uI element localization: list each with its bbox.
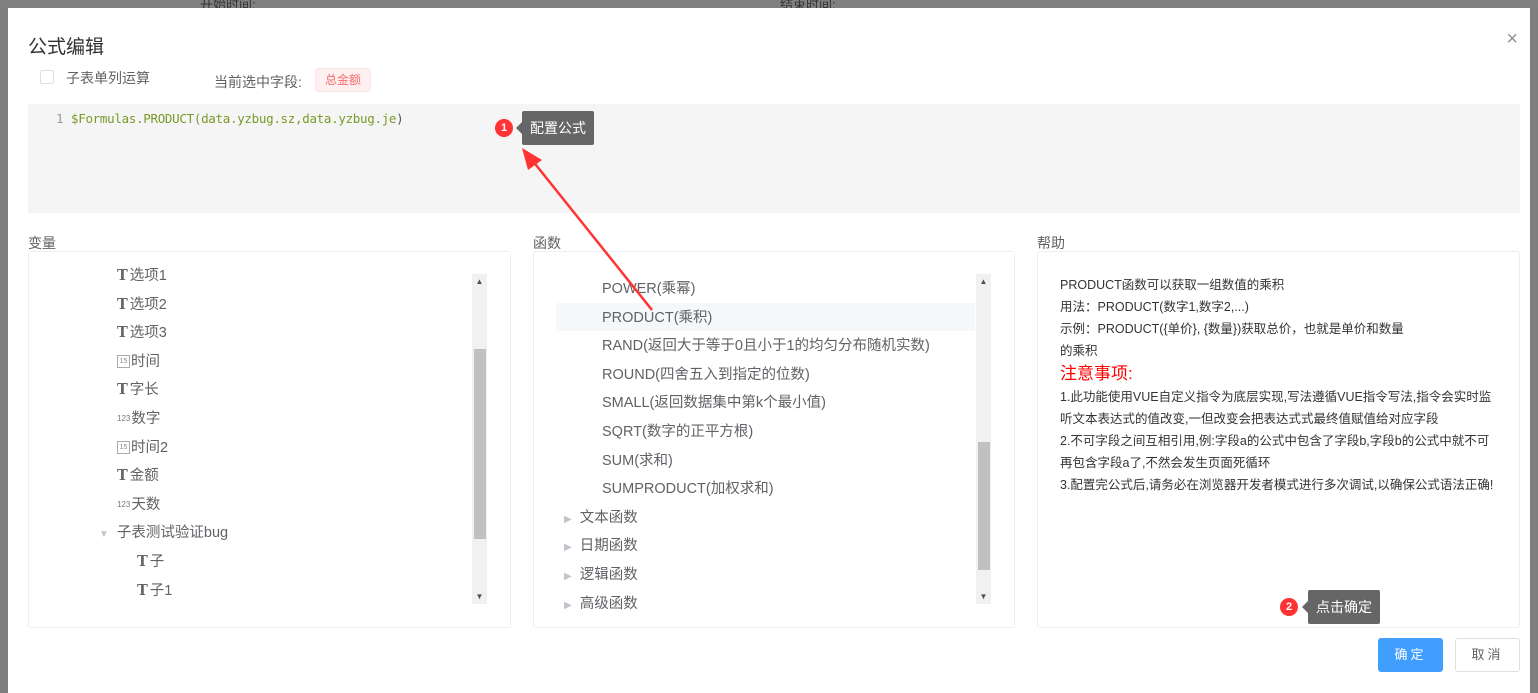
functions-label: 函数	[533, 235, 561, 251]
text-type-icon: T	[117, 467, 128, 485]
help-content: PRODUCT函数可以获取一组数值的乘积 用法：PRODUCT(数字1,数字2,…	[1060, 274, 1500, 496]
function-item[interactable]: POWER(乘幂)	[602, 275, 695, 303]
function-item[interactable]: SQRT(数字的正平方根)	[602, 418, 753, 446]
function-group[interactable]: ▶ 日期函数	[564, 532, 638, 560]
formula-editor[interactable]: 1 $Formulas.PRODUCT(data.yzbug.sz,data.y…	[28, 104, 1520, 213]
code-args: data.yzbug.sz,data.yzbug.je	[201, 111, 397, 126]
functions-panel: ▲ ▼ POWER(乘幂) PRODUCT(乘积) RAND(返回大于等于0且小于1…	[533, 251, 1015, 628]
text-type-icon: T	[137, 553, 148, 570]
text-type-icon: T	[117, 381, 128, 399]
variable-item[interactable]: T 子1	[137, 577, 172, 605]
text-type-icon: T	[137, 581, 148, 599]
cancel-button[interactable]: 取消	[1455, 638, 1520, 672]
variable-label: 数字	[131, 411, 161, 427]
group-label: 日期函数	[579, 538, 638, 555]
variable-item[interactable]: T 字长	[117, 376, 159, 404]
function-group[interactable]: ▶ 逻辑函数	[564, 561, 638, 589]
line-number: 1	[56, 111, 64, 126]
calendar-icon: 15	[117, 441, 130, 455]
variable-label: 选项3	[129, 325, 167, 342]
current-field-tag: 总金额	[315, 68, 372, 92]
variables-label: 变量	[28, 235, 56, 251]
scroll-down-icon[interactable]: ▼	[976, 592, 991, 601]
variable-group[interactable]: ▼ 子表测试验证bug	[99, 519, 228, 547]
dialog-title: 公式编辑	[28, 37, 105, 58]
formula-dialog: 公式编辑 × 子表单列运算 当前选中字段: 总金额 1 $Formulas.PR…	[8, 8, 1530, 693]
annotation-badge: 2	[1280, 598, 1298, 616]
variable-item[interactable]: T子	[137, 548, 164, 576]
caret-right-icon[interactable]: ▶	[564, 534, 572, 562]
current-field-label: 当前选中字段:	[214, 74, 302, 90]
number-type-icon: 123	[117, 499, 131, 509]
number-type-icon: 123	[117, 414, 131, 424]
group-label: 高级函数	[579, 595, 638, 612]
caret-right-icon[interactable]: ▶	[564, 592, 572, 620]
subtable-checkbox[interactable]	[40, 70, 54, 84]
text-type-icon: T	[117, 324, 128, 342]
variable-label: 选项2	[129, 296, 167, 313]
help-label: 帮助	[1037, 235, 1065, 251]
functions-scrollbar[interactable]: ▲ ▼	[976, 274, 991, 604]
close-icon[interactable]: ×	[1506, 28, 1518, 51]
function-item[interactable]: SMALL(返回数据集中第k个最小值)	[602, 389, 826, 417]
caret-right-icon[interactable]: ▶	[564, 506, 572, 534]
variable-label: 字长	[129, 382, 159, 399]
scroll-down-icon[interactable]: ▼	[472, 592, 487, 601]
calendar-icon: 15	[117, 355, 130, 369]
function-item[interactable]: ROUND(四舍五入到指定的位数)	[602, 361, 810, 389]
function-group[interactable]: ▶ 高级函数	[564, 590, 638, 618]
group-label: 子表测试验证bug	[116, 525, 229, 542]
variable-item[interactable]: T 金额	[117, 462, 159, 490]
note-line: 3.配置完公式后,请务必在浏览器开发者模式进行多次调试,以确保公式语法正确!	[1060, 478, 1494, 492]
note-line: 1.此功能使用VUE自定义指令为底层实现,写法遵循VUE指令写法,指令会实时监听…	[1060, 390, 1492, 426]
variable-label: 子1	[149, 582, 173, 599]
help-line: 示例：PRODUCT({单价}, {数量})获取总价，也就是单价和数量的乘积	[1060, 322, 1404, 358]
note-line: 2.不可字段之间互相引用,例:字段a的公式中包含了字段b,字段b的公式中就不可再…	[1060, 434, 1490, 470]
variables-panel: ▲ ▼ T 选项1 T 选项2 T 选项3 15 时间 T 字长 123数字 15 时间2 T 金额 123天…	[28, 251, 511, 628]
function-group[interactable]: ▶ 文本函数	[564, 504, 638, 532]
variable-item[interactable]: T 选项3	[117, 319, 167, 347]
function-item[interactable]: SUM(求和)	[602, 447, 673, 475]
caret-right-icon[interactable]: ▶	[564, 563, 572, 591]
variable-label: 子	[149, 554, 165, 570]
help-line: PRODUCT函数可以获取一组数值的乘积	[1060, 278, 1285, 292]
note-title: 注意事项:	[1060, 364, 1133, 383]
text-type-icon: T	[117, 267, 128, 284]
caret-down-icon[interactable]: ▼	[99, 521, 109, 549]
function-item[interactable]: PRODUCT(乘积)	[602, 304, 712, 332]
variable-item[interactable]: T 选项2	[117, 291, 167, 319]
variable-label: 金额	[129, 468, 159, 485]
code-fn: .PRODUCT(	[136, 111, 202, 126]
variable-item[interactable]: T 选项1	[117, 262, 167, 290]
code-end: )	[396, 111, 404, 126]
scroll-thumb[interactable]	[474, 349, 486, 539]
variable-item[interactable]: 123天数	[117, 491, 160, 519]
annotation-tooltip: 配置公式	[516, 111, 594, 145]
formula-code[interactable]: $Formulas.PRODUCT(data.yzbug.sz,data.yzb…	[71, 111, 404, 126]
text-type-icon: T	[117, 295, 128, 313]
scroll-thumb[interactable]	[978, 442, 990, 570]
variable-item[interactable]: 15 时间2	[117, 434, 168, 462]
scroll-up-icon[interactable]: ▲	[976, 277, 991, 286]
help-panel: PRODUCT函数可以获取一组数值的乘积 用法：PRODUCT(数字1,数字2,…	[1037, 251, 1520, 628]
variable-item[interactable]: 15 时间	[117, 348, 160, 376]
scroll-up-icon[interactable]: ▲	[472, 277, 487, 286]
variable-item[interactable]: 123数字	[117, 405, 160, 433]
help-line: 用法：PRODUCT(数字1,数字2,...)	[1060, 300, 1249, 314]
annotation-badge: 1	[495, 119, 513, 137]
confirm-button[interactable]: 确定	[1378, 638, 1443, 672]
group-label: 文本函数	[579, 509, 638, 526]
annotation-tooltip: 点击确定	[1302, 590, 1380, 624]
variable-label: 天数	[131, 496, 161, 513]
function-item[interactable]: SUMPRODUCT(加权求和)	[602, 475, 774, 503]
group-label: 逻辑函数	[579, 567, 638, 583]
variables-scrollbar[interactable]: ▲ ▼	[472, 274, 487, 604]
variable-label: 选项1	[129, 268, 167, 284]
function-item[interactable]: RAND(返回大于等于0且小于1的均匀分布随机实数)	[602, 332, 930, 360]
code-prefix: $Formulas	[71, 111, 137, 126]
variable-label: 时间2	[131, 439, 169, 456]
variable-label: 时间	[131, 353, 160, 370]
subtable-checkbox-label[interactable]: 子表单列运算	[66, 68, 150, 88]
